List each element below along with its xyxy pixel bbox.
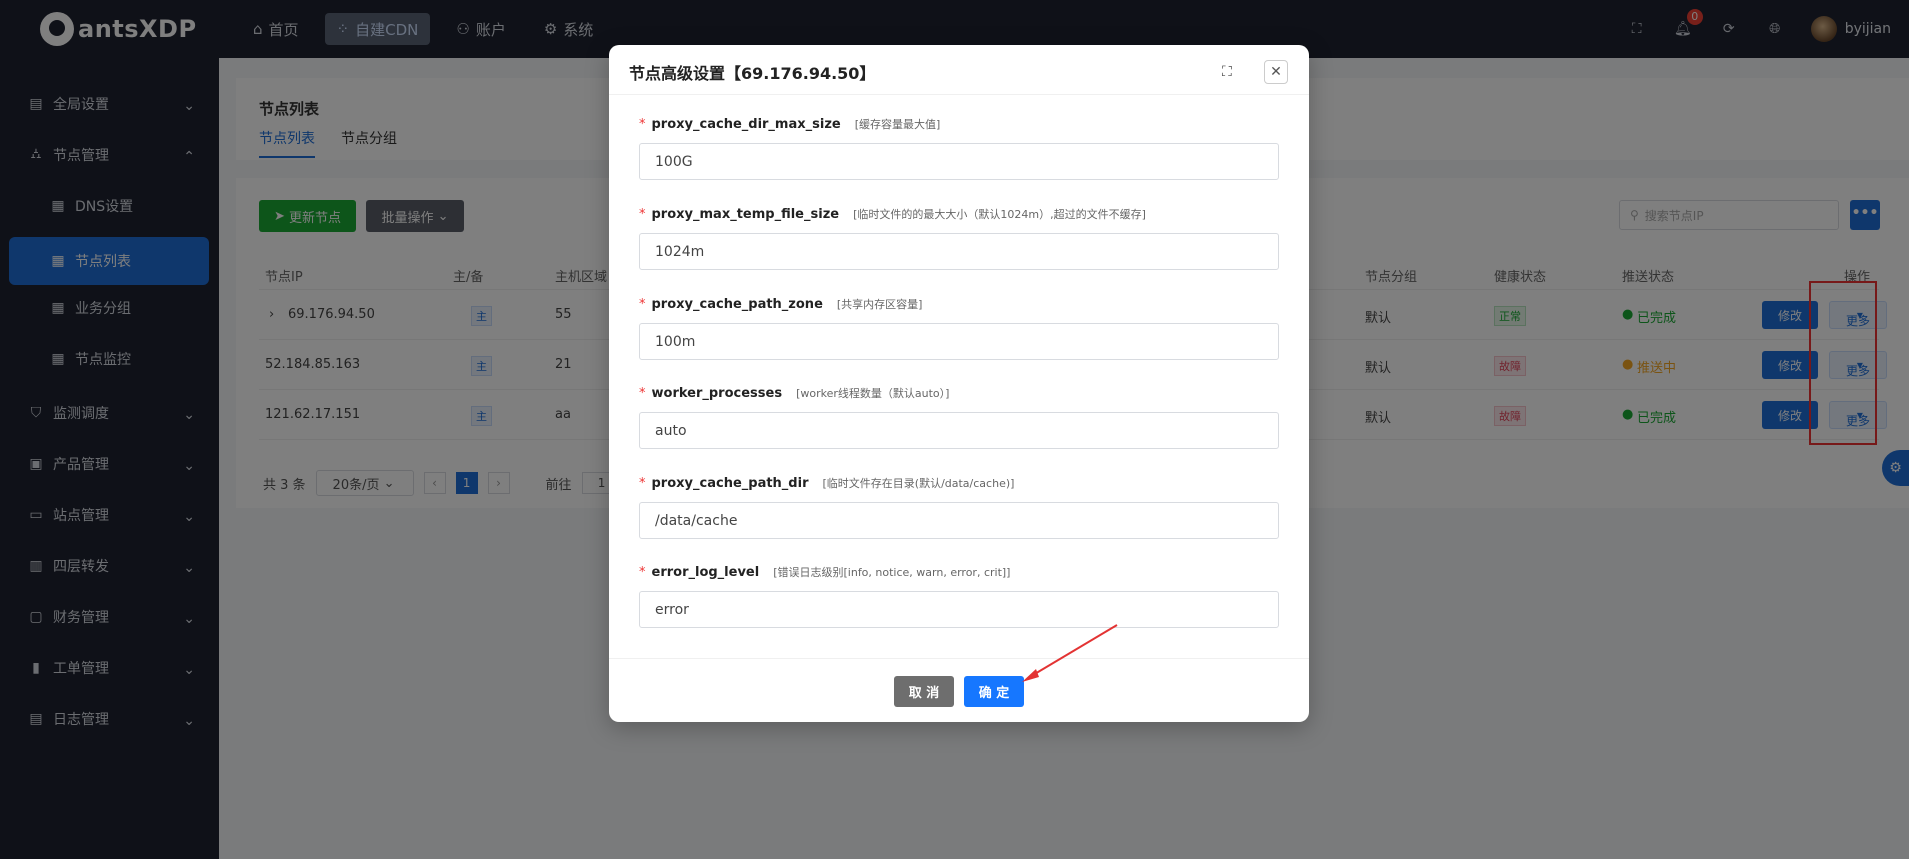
field-proxy-cache-dir-max-size: * proxy_cache_dir_max_size [缓存容量最大值] 100G xyxy=(639,115,1279,180)
maximize-icon[interactable]: ⛶ xyxy=(1222,64,1232,80)
field-proxy-cache-path-dir: * proxy_cache_path_dir [临时文件存在目录(默认/data/c… xyxy=(639,474,1279,539)
proxy-cache-path-dir-input[interactable]: /data/cache xyxy=(639,502,1279,539)
close-icon[interactable]: ✕ xyxy=(1264,60,1288,84)
error-log-level-input[interactable]: error xyxy=(639,591,1279,628)
cancel-button[interactable]: 取 消 xyxy=(894,676,954,707)
field-error-log-level: * error_log_level [错误日志级别[info, notice, wa… xyxy=(639,563,1279,628)
proxy-cache-path-zone-input[interactable]: 100m xyxy=(639,323,1279,360)
field-worker-processes: * worker_processes [worker线程数量（默认auto）] au… xyxy=(639,384,1279,449)
field-proxy-max-temp-file-size: * proxy_max_temp_file_size [临时文件的的最大大小（默认1… xyxy=(639,205,1279,270)
proxy-max-temp-file-size-input[interactable]: 1024m xyxy=(639,233,1279,270)
field-proxy-cache-path-zone: * proxy_cache_path_zone [共享内存区容量] 100m xyxy=(639,295,1279,360)
proxy-cache-dir-max-size-input[interactable]: 100G xyxy=(639,143,1279,180)
dialog-footer: 取 消 确 定 xyxy=(609,658,1309,722)
confirm-button[interactable]: 确 定 xyxy=(964,676,1024,707)
dialog-header: 节点高级设置【69.176.94.50】 ⛶ ✕ xyxy=(609,45,1309,95)
worker-processes-input[interactable]: auto xyxy=(639,412,1279,449)
advanced-settings-dialog: 节点高级设置【69.176.94.50】 ⛶ ✕ * proxy_cache_di… xyxy=(609,45,1309,722)
dialog-title: 节点高级设置【69.176.94.50】 xyxy=(629,64,876,83)
